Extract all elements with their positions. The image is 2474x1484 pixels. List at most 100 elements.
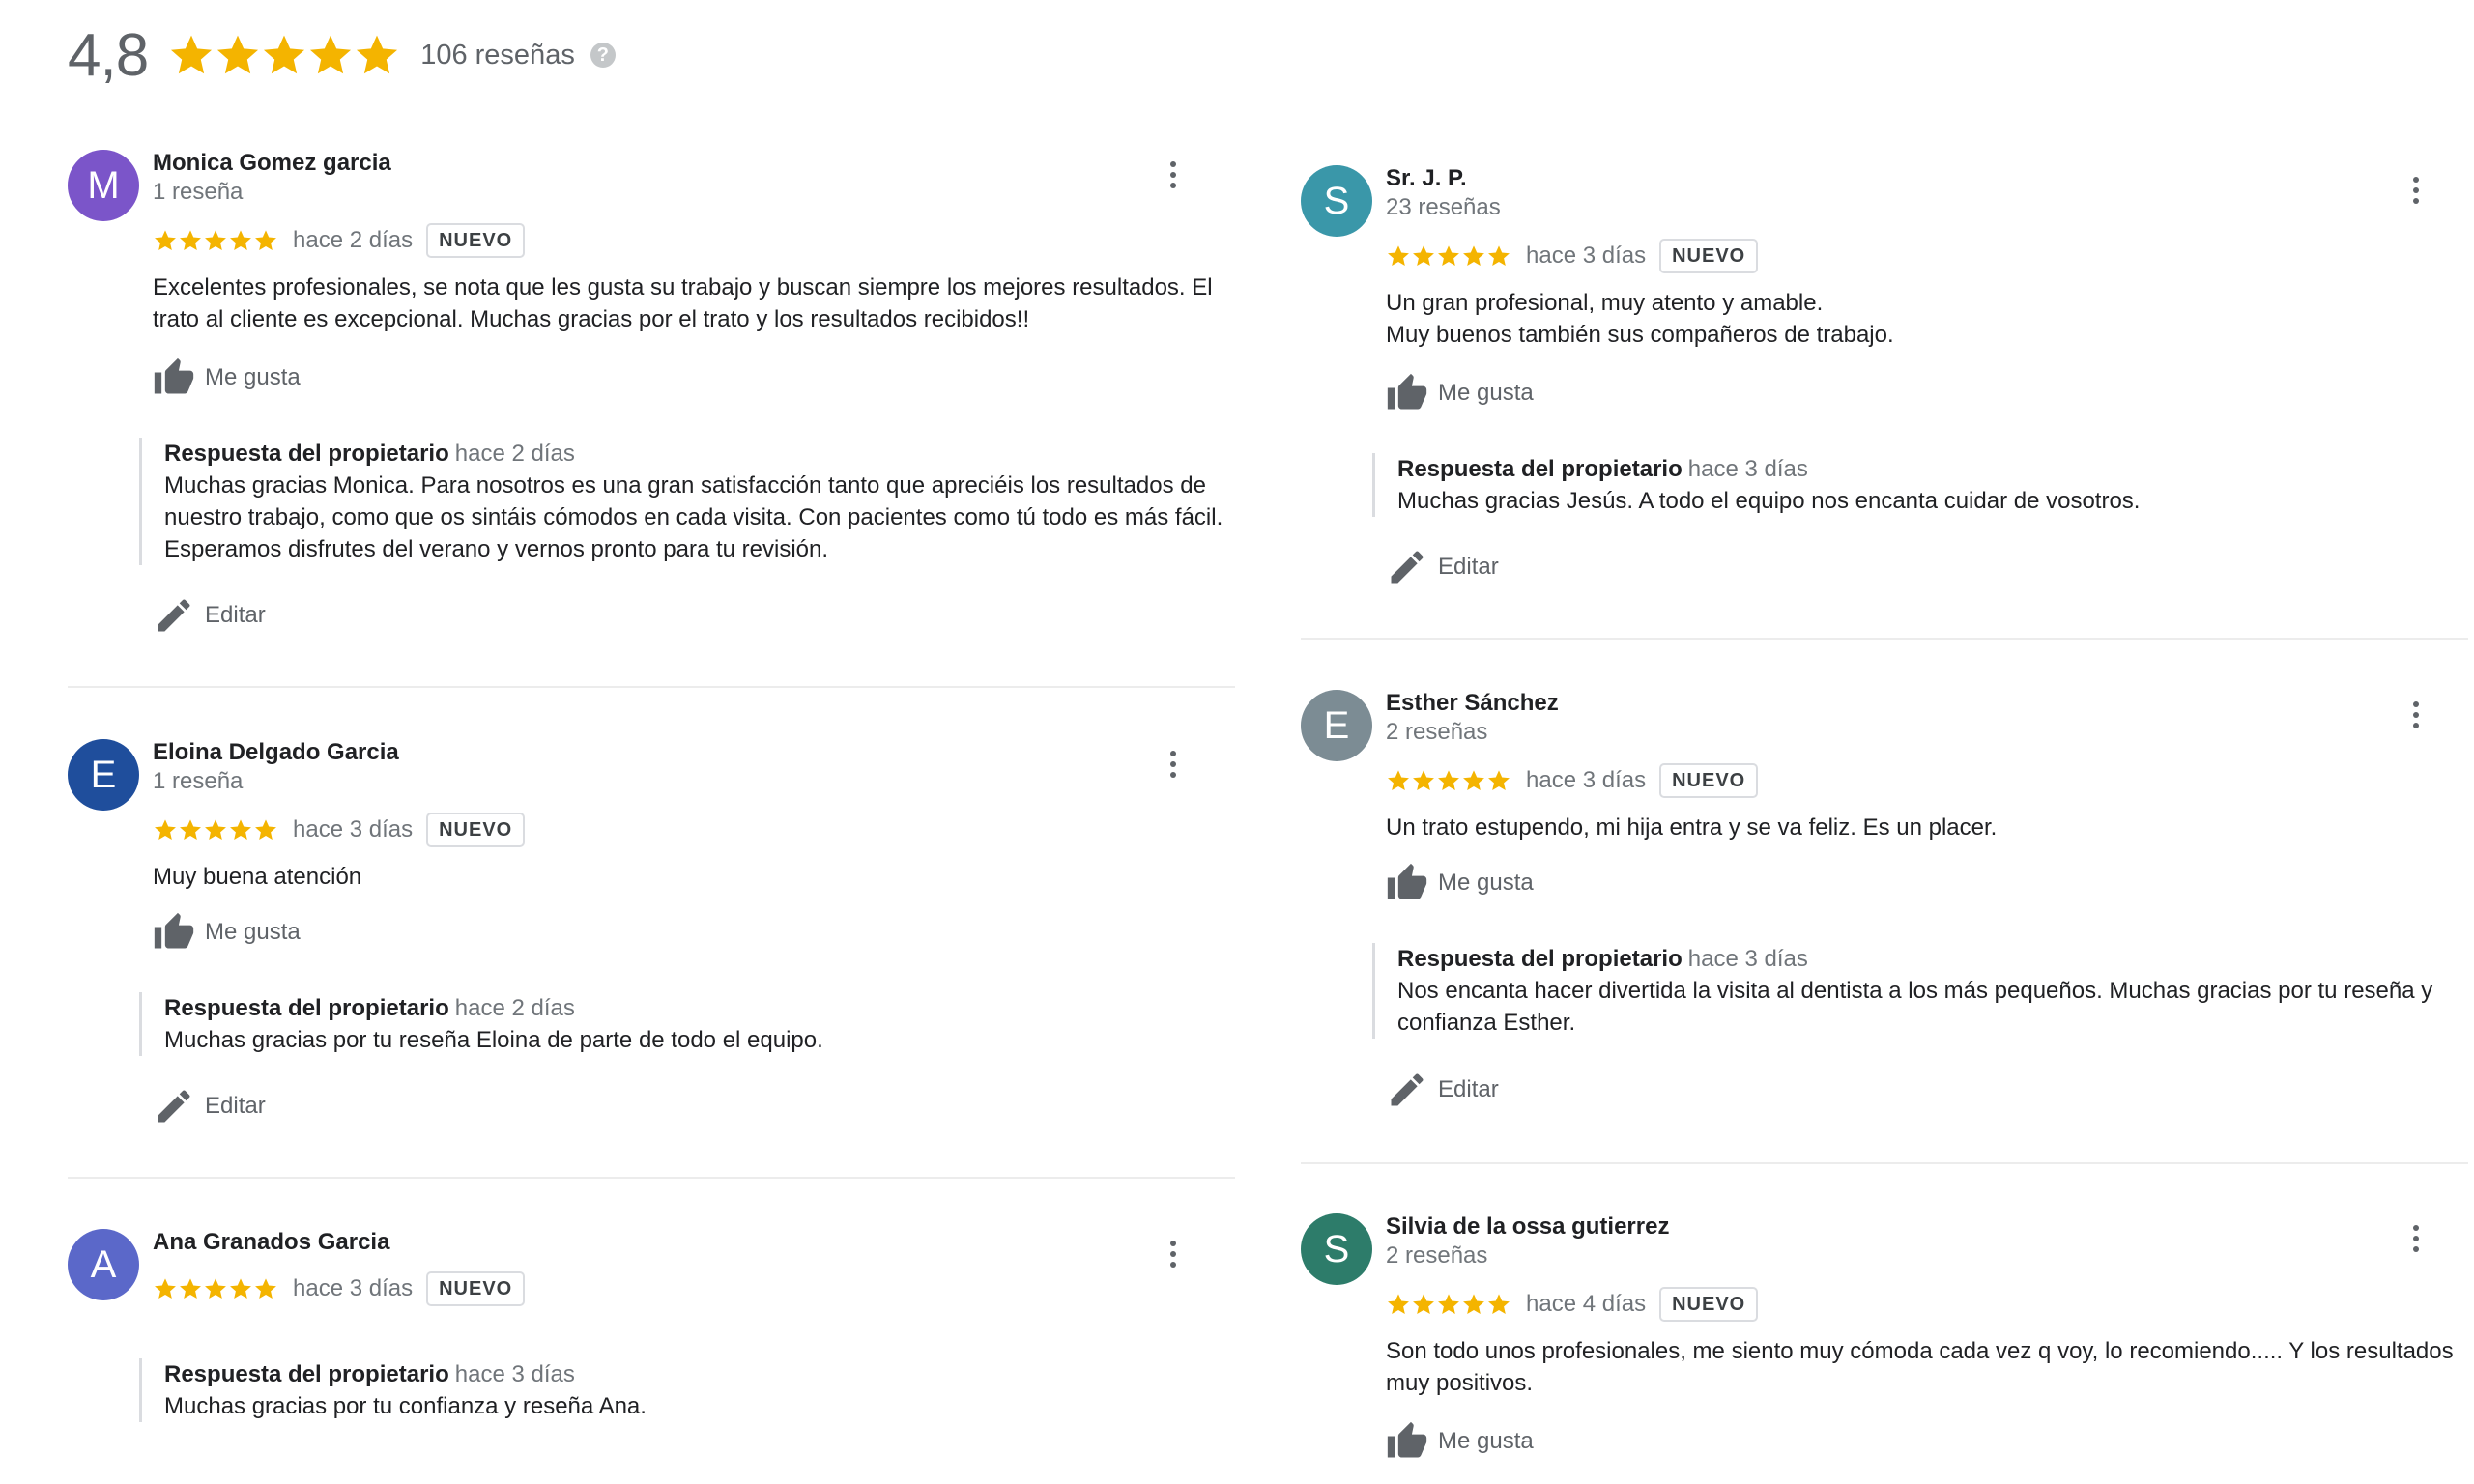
reviewer-review-count: 2 reseñas [1386, 719, 1488, 745]
reviewer-review-count: 1 reseña [153, 179, 244, 205]
more-options-icon[interactable] [1160, 156, 1187, 194]
reply-title: Respuesta del propietario [164, 441, 449, 467]
divider [68, 686, 1235, 688]
star-icon [230, 230, 251, 251]
star-icon [1388, 1294, 1409, 1315]
like-button[interactable]: Me gusta [1386, 862, 1534, 904]
reply-date: hace 2 días [454, 441, 575, 467]
star-icon [1488, 245, 1510, 267]
review-date: hace 3 días [293, 1275, 414, 1301]
reviewer-name[interactable]: Esther Sánchez [1386, 690, 1559, 717]
star-icon [1413, 770, 1434, 791]
reply-text: Muchas gracias por tu reseña Eloina de p… [164, 1027, 823, 1053]
star-icon [1463, 245, 1484, 267]
edit-reply-button[interactable]: Editar [1386, 1069, 1499, 1111]
reply-text: Muchas gracias Monica. Para nosotros es … [164, 472, 1223, 562]
reply-date: hace 3 días [1687, 946, 1808, 972]
help-icon[interactable]: ? [590, 43, 616, 68]
like-button[interactable]: Me gusta [153, 911, 301, 954]
reply-title: Respuesta del propietario [164, 1361, 449, 1387]
reply-title: Respuesta del propietario [164, 995, 449, 1021]
more-options-icon[interactable] [2402, 171, 2430, 210]
star-icon [357, 35, 398, 74]
review-meta: hace 3 días NUEVO [1386, 239, 1759, 273]
more-options-icon[interactable] [2402, 1219, 2430, 1258]
review-date: hace 4 días [1526, 1291, 1647, 1317]
star-icon [255, 819, 276, 841]
reply-header: Respuesta del propietario hace 3 días [1397, 453, 2468, 485]
more-options-icon[interactable] [2402, 696, 2430, 734]
star-icon [205, 230, 226, 251]
edit-label: Editar [1438, 1076, 1499, 1102]
avatar[interactable]: A [68, 1229, 139, 1300]
reply-title: Respuesta del propietario [1397, 946, 1683, 972]
reply-header: Respuesta del propietario hace 2 días [164, 438, 1235, 470]
owner-reply: Respuesta del propietario hace 3 días Muc… [139, 1358, 1235, 1422]
avatar[interactable]: M [68, 150, 139, 221]
star-icon [1463, 1294, 1484, 1315]
reply-title: Respuesta del propietario [1397, 456, 1683, 482]
avatar[interactable]: E [68, 739, 139, 811]
reply-date: hace 3 días [1687, 456, 1808, 482]
like-label: Me gusta [1438, 380, 1534, 406]
review-meta: hace 3 días NUEVO [153, 813, 526, 847]
divider [1301, 638, 2468, 640]
new-badge: NUEVO [426, 1271, 526, 1306]
total-reviews-link[interactable]: 106 reseñas [420, 40, 575, 71]
review-text: Muy buena atención [153, 864, 362, 890]
star-icon [1438, 1294, 1459, 1315]
star-icon [155, 819, 176, 841]
like-button[interactable]: Me gusta [153, 357, 301, 399]
new-badge: NUEVO [426, 223, 526, 258]
star-icon [1413, 1294, 1434, 1315]
owner-reply: Respuesta del propietario hace 3 días Muc… [1372, 453, 2468, 517]
review-stars [153, 817, 278, 842]
star-icon [180, 230, 201, 251]
reviewer-name[interactable]: Ana Granados Garcia [153, 1229, 389, 1256]
edit-reply-button[interactable]: Editar [1386, 546, 1499, 588]
owner-reply: Respuesta del propietario hace 2 días Muc… [139, 438, 1235, 565]
review-meta: hace 3 días NUEVO [1386, 763, 1759, 798]
review-text: Un trato estupendo, mi hija entra y se v… [1386, 814, 1998, 841]
star-icon [310, 35, 352, 74]
pencil-icon [158, 1090, 190, 1123]
more-options-icon[interactable] [1160, 745, 1187, 784]
reply-date: hace 2 días [454, 995, 575, 1021]
pencil-icon [158, 599, 190, 632]
review-date: hace 2 días [293, 227, 414, 253]
star-icon [230, 1278, 251, 1299]
star-icon [180, 819, 201, 841]
avatar[interactable]: S [1301, 165, 1372, 237]
edit-reply-button[interactable]: Editar [153, 594, 266, 637]
review-date: hace 3 días [1526, 243, 1647, 269]
like-button[interactable]: Me gusta [1386, 372, 1534, 414]
more-options-icon[interactable] [1160, 1235, 1187, 1273]
avatar[interactable]: S [1301, 1213, 1372, 1285]
review-text: Excelentes profesionales, se nota que le… [153, 274, 1213, 332]
review-meta: hace 3 días NUEVO [153, 1271, 526, 1306]
reviewer-name[interactable]: Sr. J. P. [1386, 165, 1467, 192]
star-icon [1488, 770, 1510, 791]
thumb-up-icon [1387, 863, 1427, 899]
thumb-up-icon [154, 912, 194, 949]
thumb-up-icon [154, 357, 194, 394]
new-badge: NUEVO [426, 813, 526, 847]
review-stars [1386, 768, 1511, 793]
average-rating-stars [167, 31, 399, 79]
reply-header: Respuesta del propietario hace 3 días [1397, 943, 2468, 975]
reviewer-name[interactable]: Eloina Delgado Garcia [153, 739, 399, 766]
reviewer-name[interactable]: Monica Gomez garcia [153, 150, 391, 177]
star-icon [1388, 770, 1409, 791]
like-button[interactable]: Me gusta [1386, 1420, 1534, 1463]
edit-label: Editar [205, 602, 266, 628]
review-text-line: Muy buenos también sus compañeros de tra… [1386, 322, 1894, 348]
review-date: hace 3 días [293, 816, 414, 842]
review-meta: hace 2 días NUEVO [153, 223, 526, 258]
avatar[interactable]: E [1301, 690, 1372, 761]
edit-reply-button[interactable]: Editar [153, 1085, 266, 1127]
thumb-up-icon [1387, 373, 1427, 410]
pencil-icon [1391, 551, 1424, 584]
review-text-line: Un gran profesional, muy atento y amable… [1386, 290, 1824, 316]
reviewer-name[interactable]: Silvia de la ossa gutierrez [1386, 1213, 1669, 1241]
pencil-icon [1391, 1073, 1424, 1106]
